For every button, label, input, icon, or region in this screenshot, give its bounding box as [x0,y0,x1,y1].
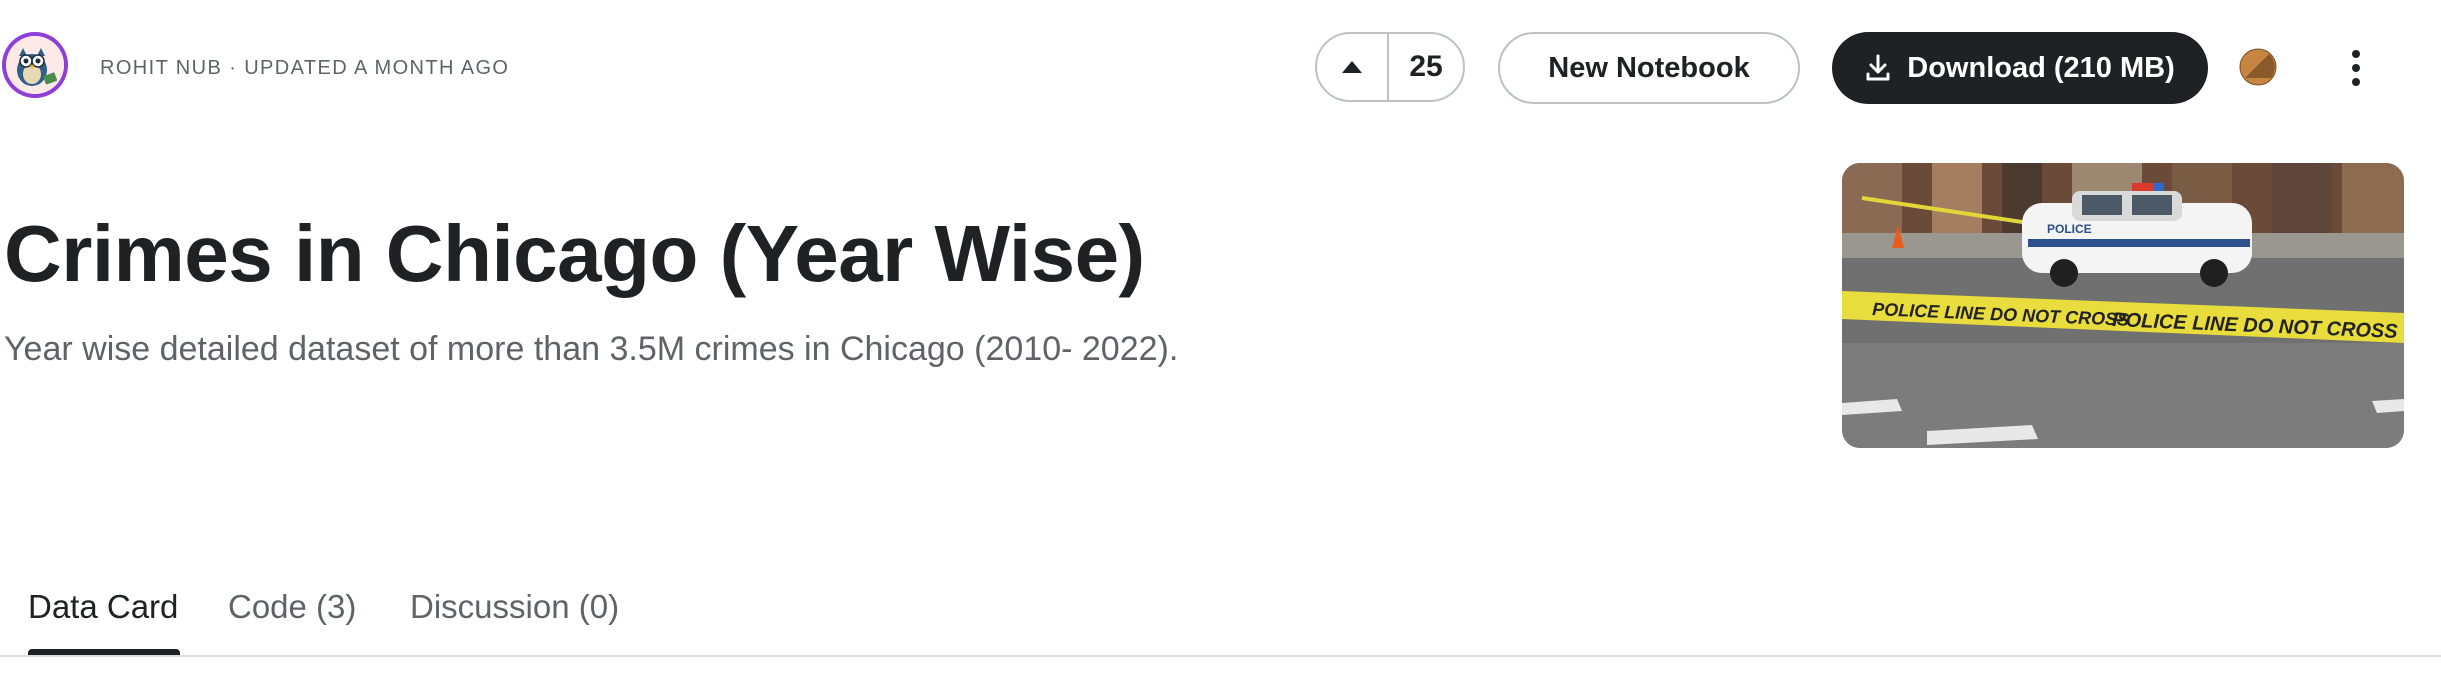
tabs-divider [0,655,2441,657]
tab-code[interactable]: Code (3) [228,588,356,626]
vote-count: 25 [1409,50,1443,83]
download-button[interactable]: Download (210 MB) [1832,32,2208,104]
tab-discussion[interactable]: Discussion (0) [410,588,619,626]
dataset-tabs: Data Card Code (3) Discussion (0) [0,560,2441,656]
medal-icon[interactable] [2239,48,2277,86]
owl-avatar-icon [6,36,64,94]
more-vertical-icon[interactable] [2338,44,2374,92]
upvote-group: 25 [1315,32,1465,102]
tab-data-card[interactable]: Data Card [28,588,178,626]
upvote-button[interactable] [1317,34,1389,100]
author-byline: ROHIT NUB · UPDATED A MONTH AGO [100,57,510,79]
download-label: Download (210 MB) [1907,51,2175,84]
new-notebook-button[interactable]: New Notebook [1498,32,1800,104]
dataset-subtitle: Year wise detailed dataset of more than … [4,330,1179,368]
dataset-cover-image: POLICE POLICE LINE DO NOT CROSS POLICE L… [1842,163,2404,448]
new-notebook-label: New Notebook [1548,51,1750,84]
dataset-title: Crimes in Chicago (Year Wise) [4,209,1145,298]
download-icon [1866,54,1890,81]
cover-car-label: POLICE [2047,222,2092,236]
user-avatar[interactable] [2,32,68,98]
caret-up-icon [1342,61,1362,73]
